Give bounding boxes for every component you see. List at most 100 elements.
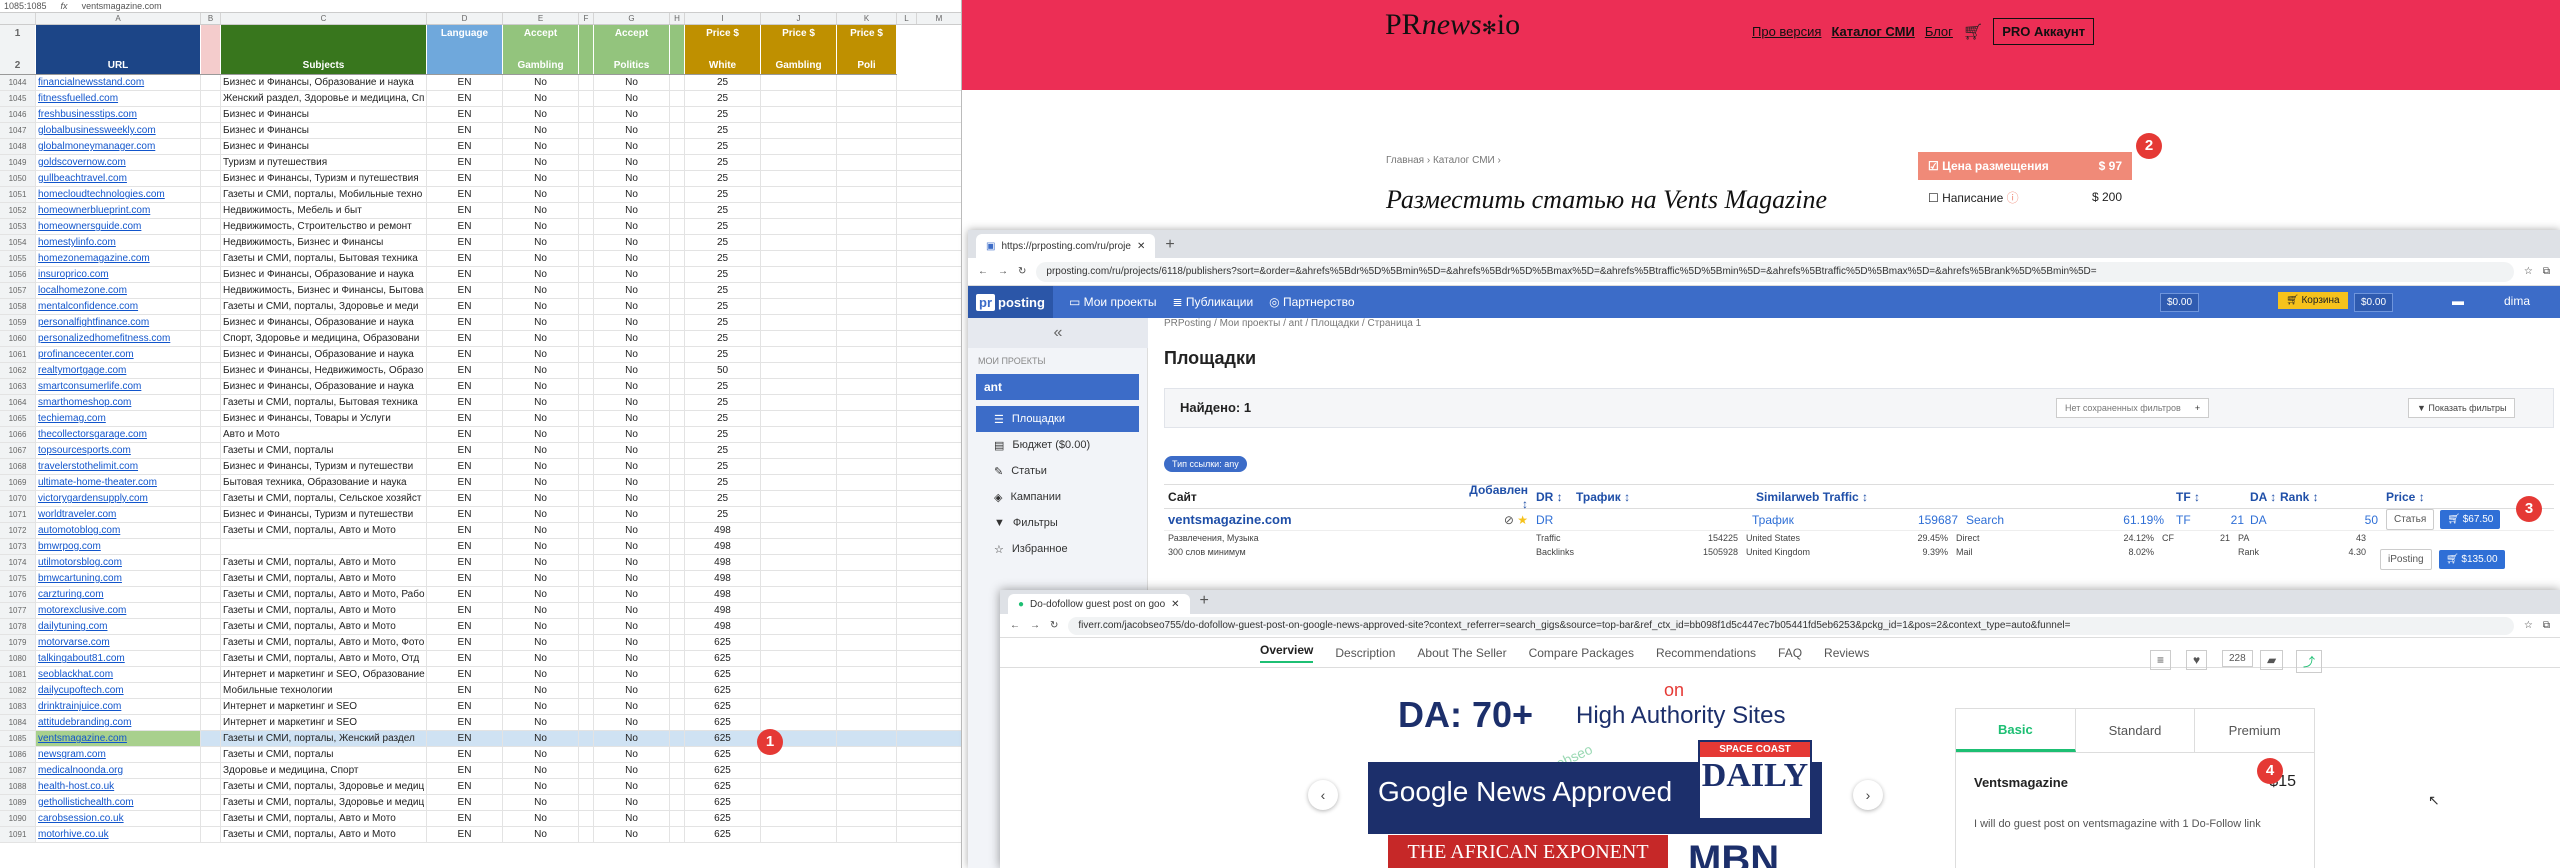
accept-gambling-cell[interactable]: No bbox=[503, 523, 579, 538]
row-number[interactable]: 1054 bbox=[0, 235, 36, 250]
empty-cell[interactable] bbox=[761, 75, 837, 90]
empty-cell[interactable] bbox=[201, 363, 221, 378]
empty-cell[interactable] bbox=[761, 715, 837, 730]
subjects-cell[interactable]: Бизнес и Финансы, Образование и наука bbox=[221, 315, 427, 330]
empty-cell[interactable] bbox=[761, 331, 837, 346]
table-row[interactable]: 1058 mentalconfidence.com Газеты и СМИ, по… bbox=[0, 299, 961, 315]
subjects-cell[interactable]: Бизнес и Финансы bbox=[221, 123, 427, 138]
empty-cell[interactable] bbox=[579, 347, 594, 362]
accept-politics-cell[interactable]: No bbox=[594, 187, 670, 202]
language-cell[interactable]: EN bbox=[427, 75, 503, 90]
empty-cell[interactable] bbox=[579, 395, 594, 410]
empty-cell[interactable] bbox=[837, 331, 897, 346]
price-white-cell[interactable]: 25 bbox=[685, 459, 761, 474]
col-da[interactable]: DA ↕ bbox=[2250, 490, 2280, 504]
empty-cell[interactable] bbox=[837, 507, 897, 522]
empty-cell[interactable] bbox=[670, 299, 685, 314]
subjects-cell[interactable]: Газеты и СМИ, порталы, Бытовая техника bbox=[221, 251, 427, 266]
nav-reviews[interactable]: Reviews bbox=[1824, 646, 1869, 660]
empty-cell[interactable] bbox=[670, 203, 685, 218]
col-rank[interactable]: Rank ↕ bbox=[2280, 490, 2386, 504]
empty-cell[interactable] bbox=[761, 539, 837, 554]
empty-cell[interactable] bbox=[670, 171, 685, 186]
empty-cell[interactable] bbox=[837, 91, 897, 106]
nav-description[interactable]: Description bbox=[1335, 646, 1395, 660]
language-cell[interactable]: EN bbox=[427, 171, 503, 186]
price-white-cell[interactable]: 25 bbox=[685, 235, 761, 250]
url-cell[interactable]: automotoblog.com bbox=[36, 523, 201, 538]
empty-cell[interactable] bbox=[761, 507, 837, 522]
subjects-cell[interactable]: Газеты и СМИ, порталы, Женский раздел bbox=[221, 731, 427, 746]
url-field[interactable]: prposting.com/ru/projects/6118/publisher… bbox=[1036, 261, 2514, 282]
empty-cell[interactable] bbox=[670, 763, 685, 778]
price-white-cell[interactable]: 25 bbox=[685, 347, 761, 362]
accept-politics-cell[interactable]: No bbox=[594, 731, 670, 746]
table-row[interactable]: 1050 gullbeachtravel.com Бизнес и Финансы,… bbox=[0, 171, 961, 187]
tab-basic[interactable]: Basic bbox=[1956, 709, 2076, 752]
nav-partnership[interactable]: ◎ Партнерство bbox=[1269, 295, 1354, 309]
table-row[interactable]: 1067 topsourcesports.com Газеты и СМИ, пор… bbox=[0, 443, 961, 459]
show-filters-button[interactable]: ▼ Показать фильтры bbox=[2408, 398, 2516, 418]
url-cell[interactable]: homecloudtechnologies.com bbox=[36, 187, 201, 202]
row-number[interactable]: 1048 bbox=[0, 139, 36, 154]
empty-cell[interactable] bbox=[579, 747, 594, 762]
balance-button[interactable]: $0.00 bbox=[2160, 293, 2200, 312]
subjects-cell[interactable]: Бизнес и Финансы, Образование и наука bbox=[221, 75, 427, 90]
column-letter[interactable]: B bbox=[201, 13, 221, 24]
row-number[interactable]: 1080 bbox=[0, 651, 36, 666]
empty-cell[interactable] bbox=[579, 459, 594, 474]
empty-cell[interactable] bbox=[670, 315, 685, 330]
row-number[interactable]: 1075 bbox=[0, 571, 36, 586]
row-number[interactable]: 1061 bbox=[0, 347, 36, 362]
empty-cell[interactable] bbox=[201, 555, 221, 570]
language-cell[interactable]: EN bbox=[427, 683, 503, 698]
price-white-cell[interactable]: 625 bbox=[685, 731, 761, 746]
empty-cell[interactable] bbox=[837, 427, 897, 442]
empty-cell[interactable] bbox=[579, 795, 594, 810]
accept-politics-cell[interactable]: No bbox=[594, 443, 670, 458]
table-row[interactable]: 1086 newsgram.com Газеты и СМИ, порталы EN N… bbox=[0, 747, 961, 763]
accept-politics-cell[interactable]: No bbox=[594, 667, 670, 682]
empty-cell[interactable] bbox=[670, 827, 685, 842]
empty-cell[interactable] bbox=[670, 555, 685, 570]
empty-cell[interactable] bbox=[761, 827, 837, 842]
cart-button[interactable]: 🛒︎ Корзина bbox=[2278, 292, 2348, 309]
row-number[interactable]: 1068 bbox=[0, 459, 36, 474]
column-letter[interactable]: F bbox=[579, 13, 594, 24]
table-row[interactable]: 1068 travelerstothelimit.com Бизнес и Фина… bbox=[0, 459, 961, 475]
url-cell[interactable]: insuroprico.com bbox=[36, 267, 201, 282]
url-cell[interactable]: talkingabout81.com bbox=[36, 651, 201, 666]
subjects-cell[interactable]: Бытовая техника, Образование и наука bbox=[221, 475, 427, 490]
collapse-sidebar-icon[interactable]: « bbox=[968, 318, 1148, 348]
table-row[interactable]: 1077 motorexclusive.com Газеты и СМИ, порт… bbox=[0, 603, 961, 619]
language-cell[interactable]: EN bbox=[427, 779, 503, 794]
row-number[interactable]: 1067 bbox=[0, 443, 36, 458]
subjects-cell[interactable]: Бизнес и Финансы, Туризм и путешестви bbox=[221, 507, 427, 522]
empty-cell[interactable] bbox=[579, 811, 594, 826]
empty-cell[interactable] bbox=[201, 331, 221, 346]
subjects-cell[interactable]: Газеты и СМИ, порталы, Авто и Мото bbox=[221, 523, 427, 538]
column-letter[interactable]: A bbox=[36, 13, 201, 24]
extensions-icon[interactable]: ⧉ bbox=[2543, 266, 2550, 277]
share-icon[interactable]: ⤴ bbox=[2296, 650, 2323, 673]
empty-cell[interactable] bbox=[579, 75, 594, 90]
sidebar-item-platforms[interactable]: ☰ Площадки bbox=[976, 406, 1139, 432]
url-cell[interactable]: motorvarse.com bbox=[36, 635, 201, 650]
language-cell[interactable]: EN bbox=[427, 603, 503, 618]
column-letter[interactable]: D bbox=[427, 13, 503, 24]
empty-cell[interactable] bbox=[579, 299, 594, 314]
accept-gambling-cell[interactable]: No bbox=[503, 683, 579, 698]
table-row[interactable]: 1072 automotoblog.com Газеты и СМИ, портал… bbox=[0, 523, 961, 539]
empty-cell[interactable] bbox=[761, 587, 837, 602]
subjects-cell[interactable]: Газеты и СМИ, порталы, Авто и Мото, Фото bbox=[221, 635, 427, 650]
price-white-cell[interactable]: 25 bbox=[685, 443, 761, 458]
new-tab-icon[interactable]: + bbox=[1190, 592, 1219, 614]
empty-cell[interactable] bbox=[579, 539, 594, 554]
empty-cell[interactable] bbox=[837, 235, 897, 250]
table-row[interactable]: 1063 smartconsumerlife.com Бизнес и Финанс… bbox=[0, 379, 961, 395]
table-row[interactable]: 1084 attitudebranding.com Интернет и марке… bbox=[0, 715, 961, 731]
accept-politics-cell[interactable]: No bbox=[594, 155, 670, 170]
price-white-cell[interactable]: 25 bbox=[685, 299, 761, 314]
accept-politics-cell[interactable]: No bbox=[594, 571, 670, 586]
link-type-chip[interactable]: Тип ссылки: any bbox=[1164, 456, 1247, 472]
